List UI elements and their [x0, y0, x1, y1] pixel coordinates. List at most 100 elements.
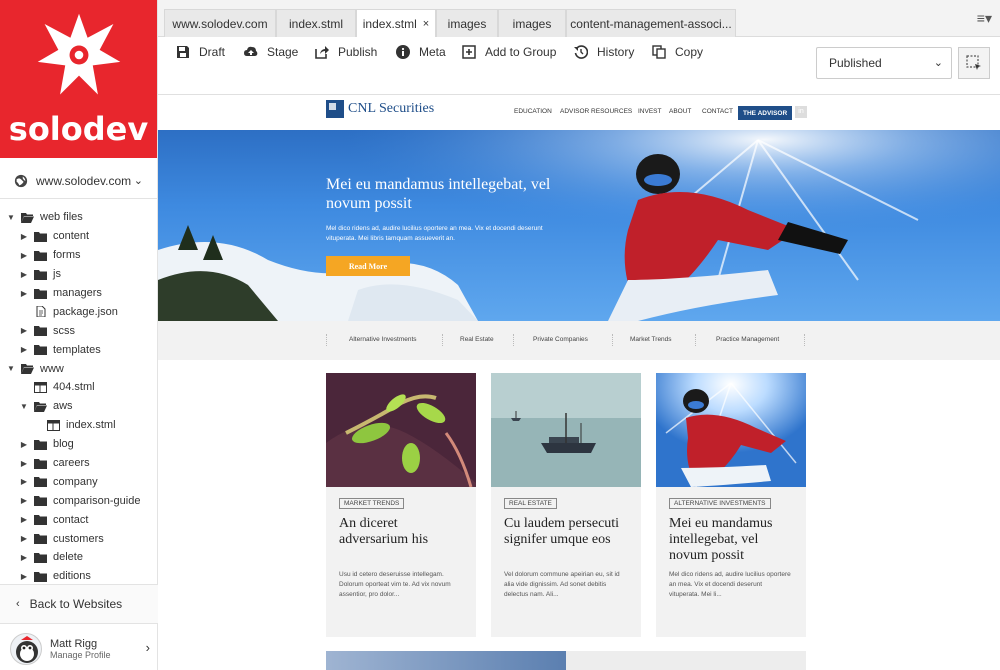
tree-item[interactable]: ▶ company: [0, 472, 158, 491]
copy-icon: [652, 45, 666, 59]
nav-about[interactable]: ABOUT: [669, 108, 691, 115]
divider: [326, 334, 327, 346]
tree-item[interactable]: index.stml: [0, 416, 158, 435]
caret-right-icon[interactable]: ▶: [19, 270, 29, 279]
caret-right-icon[interactable]: ▶: [19, 326, 29, 335]
tree-item[interactable]: ▼ www: [0, 359, 158, 378]
tree-item[interactable]: ▶ managers: [0, 284, 158, 303]
card-tag[interactable]: MARKET TRENDS: [339, 498, 405, 509]
tree-item[interactable]: ▶ templates: [0, 340, 158, 359]
nav-contact[interactable]: CONTACT: [702, 108, 733, 115]
caret-down-icon[interactable]: ▼: [6, 213, 16, 222]
caret-right-icon[interactable]: ▶: [19, 251, 29, 260]
tree-item[interactable]: ▼ web files: [0, 208, 158, 227]
tree-item[interactable]: ▶ careers: [0, 454, 158, 473]
caret-right-icon[interactable]: ▶: [19, 572, 29, 581]
tab-images[interactable]: images: [436, 9, 498, 37]
page-icon: [47, 419, 60, 431]
caret-right-icon[interactable]: ▶: [19, 440, 29, 449]
tree-item[interactable]: ▶ content: [0, 227, 158, 246]
article-card[interactable]: MARKET TRENDS An diceret adversarium his…: [326, 373, 476, 637]
history-icon: [574, 45, 588, 59]
caret-down-icon[interactable]: ▼: [6, 364, 16, 373]
tree-item[interactable]: ▼ aws: [0, 397, 158, 416]
tree-item[interactable]: ▶ customers: [0, 529, 158, 548]
copy-button[interactable]: Copy: [652, 44, 703, 60]
draft-label: Draft: [199, 45, 226, 59]
nav-advisor-resources[interactable]: ADVISOR RESOURCES: [560, 108, 632, 115]
tree-item[interactable]: ▶ forms: [0, 246, 158, 265]
tree-item[interactable]: 404.stml: [0, 378, 158, 397]
tree-item-label: forms: [53, 249, 81, 262]
user-profile[interactable]: Matt Rigg Manage Profile ›: [0, 628, 158, 670]
site-select-value: www.solodev.com: [36, 173, 132, 188]
divider: [513, 334, 514, 346]
tab-menu-button[interactable]: ≡▾: [977, 10, 992, 27]
tree-item[interactable]: ▶ js: [0, 265, 158, 284]
tree-item[interactable]: ▶ scss: [0, 321, 158, 340]
card-tag[interactable]: ALTERNATIVE INVESTMENTS: [669, 498, 771, 509]
card-image-plant: [326, 373, 476, 487]
nav-invest[interactable]: INVEST: [638, 108, 661, 115]
caret-right-icon[interactable]: ▶: [19, 515, 29, 524]
chevron-left-icon: ‹: [16, 598, 20, 610]
chevron-right-icon: ›: [145, 640, 150, 655]
category-market-trends[interactable]: Market Trends: [630, 336, 672, 343]
tree-item[interactable]: package.json: [0, 302, 158, 321]
category-practice-management[interactable]: Practice Management: [716, 336, 779, 343]
publish-button[interactable]: Publish: [315, 44, 377, 60]
cnl-logo[interactable]: CNL Securities: [326, 100, 434, 118]
tree-item[interactable]: ▶ contact: [0, 510, 158, 529]
solodev-logo[interactable]: solodev: [0, 0, 157, 158]
history-button[interactable]: History: [574, 44, 634, 60]
tab-index-stml-active[interactable]: index.stml ×: [356, 9, 436, 38]
tree-item-label: www: [40, 362, 64, 375]
card-tag[interactable]: REAL ESTATE: [504, 498, 557, 509]
caret-right-icon[interactable]: ▶: [19, 289, 29, 298]
tree-item-label: managers: [53, 287, 102, 299]
category-real-estate[interactable]: Real Estate: [460, 336, 494, 343]
nav-the-advisor-button[interactable]: THE ADVISOR: [738, 106, 793, 120]
tab-index-stml[interactable]: index.stml: [276, 9, 356, 37]
draft-button[interactable]: Draft: [176, 44, 225, 60]
close-tab-icon[interactable]: ×: [423, 18, 429, 30]
manage-profile-link[interactable]: Manage Profile: [50, 650, 111, 660]
caret-right-icon[interactable]: ▶: [19, 496, 29, 505]
stage-button[interactable]: Stage: [244, 44, 298, 60]
card-title[interactable]: Mei eu mandamus intellegebat, vel novum …: [669, 516, 799, 564]
tab-content-management[interactable]: content-management-associ...: [566, 9, 736, 37]
back-to-websites-button[interactable]: ‹ Back to Websites: [0, 584, 158, 624]
caret-right-icon[interactable]: ▶: [19, 345, 29, 354]
read-more-button[interactable]: Read More: [326, 256, 410, 276]
article-card[interactable]: ALTERNATIVE INVESTMENTS Mei eu mandamus …: [656, 373, 806, 637]
site-select[interactable]: www.solodev.com ⌄: [0, 163, 157, 199]
category-alternative-investments[interactable]: Alternative Investments: [349, 336, 417, 343]
tree-item[interactable]: ▶ comparison-guide: [0, 491, 158, 510]
category-private-companies[interactable]: Private Companies: [533, 336, 588, 343]
caret-right-icon[interactable]: ▶: [19, 477, 29, 486]
card-title[interactable]: Cu laudem persecuti signifer umque eos: [504, 516, 634, 548]
tab-images-2[interactable]: images: [498, 9, 566, 37]
tree-item[interactable]: ▶ editions: [0, 567, 158, 584]
linkedin-icon[interactable]: in: [795, 106, 807, 118]
caret-right-icon[interactable]: ▶: [19, 232, 29, 241]
caret-right-icon[interactable]: ▶: [19, 534, 29, 543]
add-to-group-button[interactable]: Add to Group: [462, 44, 556, 60]
caret-right-icon[interactable]: ▶: [19, 459, 29, 468]
folder-icon: [34, 250, 47, 261]
tab-www-solodev[interactable]: www.solodev.com: [164, 9, 276, 37]
nav-education[interactable]: EDUCATION: [514, 108, 552, 115]
card-body: Vel dolorum commune apeirian eu, sit id …: [504, 571, 620, 598]
card-title[interactable]: An diceret adversarium his: [339, 516, 469, 548]
folder-icon: [34, 496, 47, 507]
tree-item-label: templates: [53, 343, 101, 356]
caret-right-icon[interactable]: ▶: [19, 553, 29, 562]
folder-icon: [34, 269, 47, 280]
status-select[interactable]: Published ⌄: [816, 47, 952, 79]
caret-down-icon[interactable]: ▼: [19, 402, 29, 411]
tree-item[interactable]: ▶ delete: [0, 548, 158, 567]
meta-button[interactable]: Meta: [396, 44, 446, 60]
article-card[interactable]: REAL ESTATE Cu laudem persecuti signifer…: [491, 373, 641, 637]
tree-item[interactable]: ▶ blog: [0, 435, 158, 454]
inspect-select-button[interactable]: [958, 47, 990, 79]
